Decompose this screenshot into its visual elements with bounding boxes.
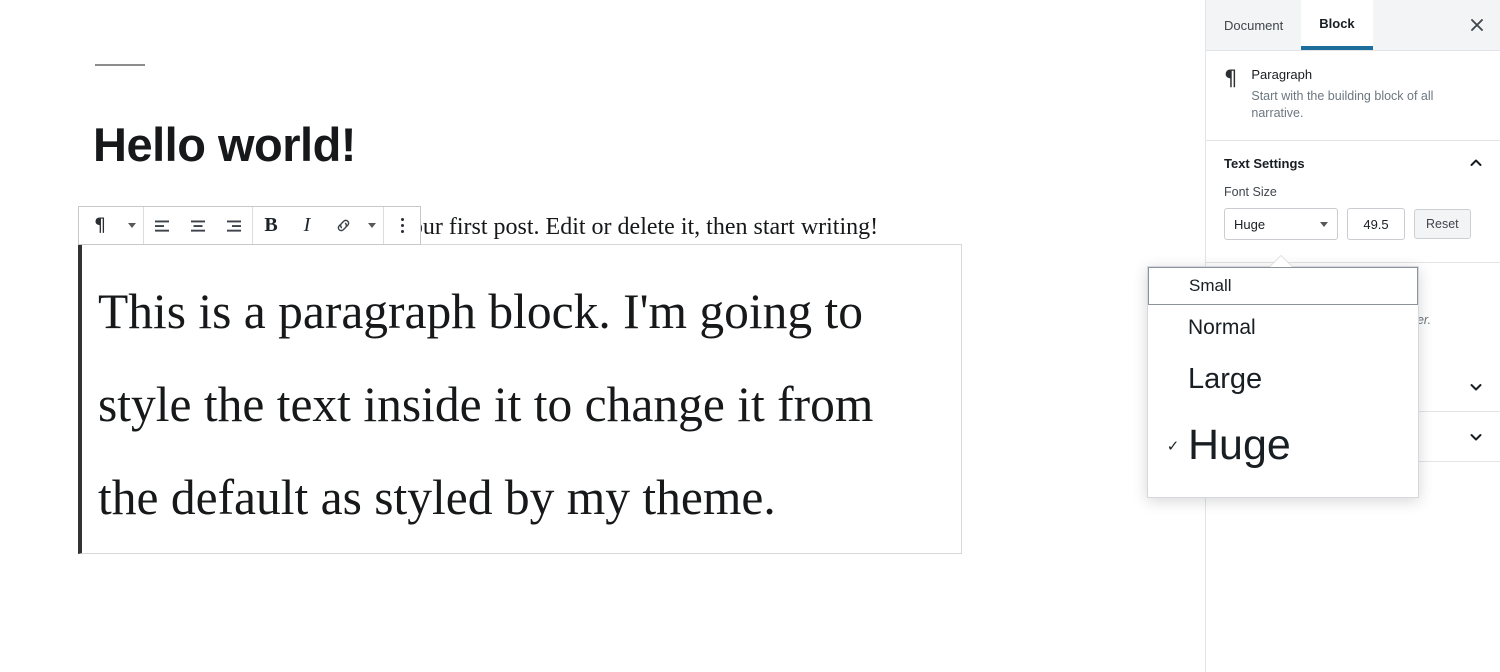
ellipsis-vertical-icon xyxy=(400,218,404,233)
align-right-icon xyxy=(227,220,241,232)
tab-block[interactable]: Block xyxy=(1301,0,1373,50)
close-icon xyxy=(1471,19,1483,31)
align-right-button[interactable] xyxy=(216,207,252,244)
tab-document[interactable]: Document xyxy=(1206,0,1301,50)
selected-paragraph-block[interactable]: This is a paragraph block. I'm going to … xyxy=(78,244,962,554)
dropdown-caret-icon xyxy=(1270,256,1292,267)
font-size-option-small[interactable]: Small xyxy=(1148,267,1418,305)
chevron-down-icon xyxy=(1320,221,1328,227)
toolbar-group-block-type: ¶ xyxy=(79,207,144,244)
block-description-label: Start with the building block of all nar… xyxy=(1251,89,1434,120)
block-info-text: Paragraph Start with the building block … xyxy=(1251,67,1482,122)
font-size-option-normal[interactable]: Normal xyxy=(1148,305,1418,351)
block-name-label: Paragraph xyxy=(1251,67,1313,82)
chevron-down-icon xyxy=(1470,383,1482,390)
chevron-down-icon xyxy=(128,223,136,228)
text-settings-title: Text Settings xyxy=(1224,155,1305,171)
font-size-option-large-label: Large xyxy=(1188,363,1263,396)
text-settings-panel: Text Settings Font Size Huge Reset xyxy=(1206,141,1500,263)
font-size-controls-row: Huge Reset xyxy=(1206,208,1500,240)
font-size-option-huge-label: Huge xyxy=(1188,421,1291,470)
post-title-rule xyxy=(95,64,145,66)
chevron-up-icon xyxy=(1470,159,1482,166)
bold-button[interactable]: B xyxy=(253,207,289,244)
more-options-button[interactable] xyxy=(384,207,420,244)
font-size-option-small-label: Small xyxy=(1189,276,1232,296)
text-settings-header-button[interactable]: Text Settings xyxy=(1206,141,1500,185)
block-info-card: ¶ Paragraph Start with the building bloc… xyxy=(1206,51,1500,141)
font-size-option-normal-label: Normal xyxy=(1188,315,1256,339)
font-size-option-large[interactable]: Large xyxy=(1148,351,1418,409)
font-size-input[interactable] xyxy=(1347,208,1405,240)
chevron-down-icon xyxy=(1470,433,1482,440)
bold-icon: B xyxy=(264,214,278,236)
chevron-down-icon xyxy=(368,223,376,228)
font-size-select-value: Huge xyxy=(1234,216,1266,232)
italic-icon: I xyxy=(303,214,311,236)
close-settings-button[interactable] xyxy=(1454,0,1500,50)
toolbar-group-formatting: B I xyxy=(253,207,384,244)
font-size-select[interactable]: Huge xyxy=(1224,208,1338,240)
align-center-button[interactable] xyxy=(180,207,216,244)
more-rich-text-controls-button[interactable] xyxy=(361,207,383,244)
toolbar-group-more xyxy=(384,207,420,244)
align-left-button[interactable] xyxy=(144,207,180,244)
editor-canvas: Hello world! Welcome to WordPress. This … xyxy=(0,0,1205,672)
page-title[interactable]: Hello world! xyxy=(93,115,356,175)
sidebar-tabs: Document Block xyxy=(1206,0,1500,51)
pilcrow-icon: ¶ xyxy=(1224,66,1238,90)
block-toolbar: ¶ B I xyxy=(78,206,421,245)
align-center-icon xyxy=(191,220,205,232)
check-icon-huge: ✓ xyxy=(1166,437,1180,455)
block-type-switcher-button[interactable]: ¶ xyxy=(79,207,121,244)
font-size-option-huge[interactable]: ✓ Huge xyxy=(1148,409,1418,483)
align-left-icon xyxy=(155,220,169,232)
toolbar-group-alignment xyxy=(144,207,253,244)
font-size-reset-button[interactable]: Reset xyxy=(1414,209,1471,239)
font-size-label: Font Size xyxy=(1224,185,1277,199)
link-button[interactable] xyxy=(325,207,361,244)
italic-button[interactable]: I xyxy=(289,207,325,244)
block-type-dropdown-button[interactable] xyxy=(121,207,143,244)
link-icon xyxy=(337,219,349,232)
pilcrow-icon: ¶ xyxy=(93,214,107,236)
font-size-dropdown-menu: Small Normal Large ✓ Huge xyxy=(1147,266,1419,498)
selected-paragraph-text[interactable]: This is a paragraph block. I'm going to … xyxy=(98,265,941,544)
